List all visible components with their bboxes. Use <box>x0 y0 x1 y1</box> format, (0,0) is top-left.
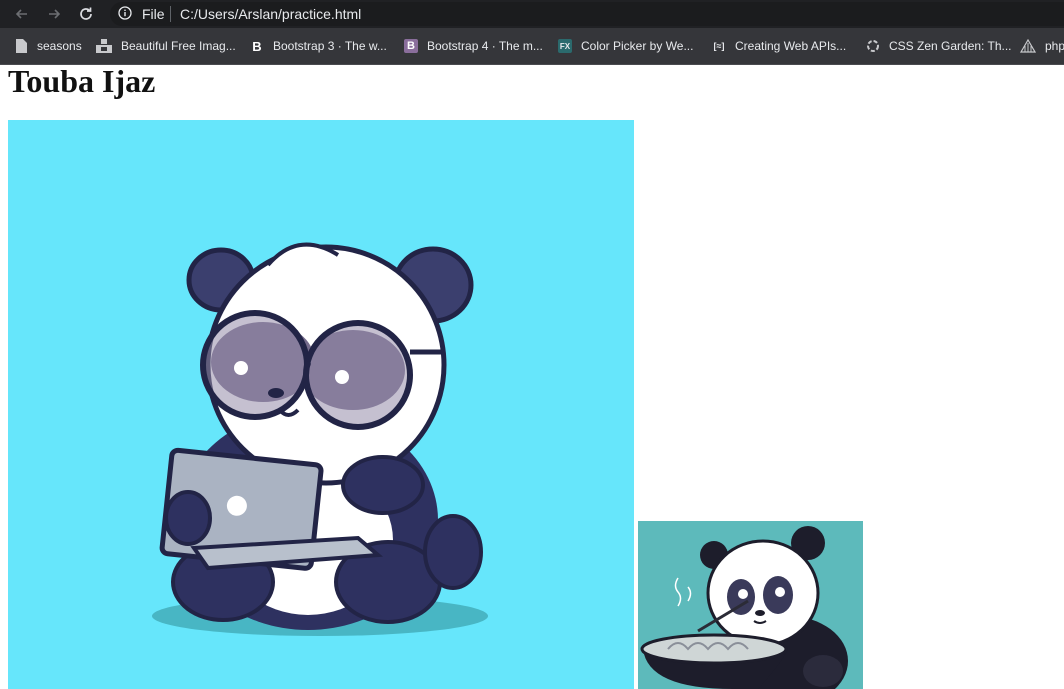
reload-button[interactable] <box>76 4 96 24</box>
url-text[interactable]: C:/Users/Arslan/practice.html <box>180 5 361 23</box>
bookmark-bootstrap3[interactable]: B Bootstrap 3 · The w... <box>250 36 387 56</box>
page-heading: Touba Ijaz <box>8 63 156 99</box>
unsplash-icon <box>96 39 112 53</box>
php-icon <box>1020 39 1036 53</box>
back-button[interactable] <box>12 4 32 24</box>
bookmark-unsplash[interactable]: Beautiful Free Imag... <box>96 36 236 56</box>
document-icon <box>14 39 28 53</box>
arrow-left-icon <box>15 9 27 19</box>
panda-noodles-image <box>638 521 863 689</box>
bookmark-label: CSS Zen Garden: Th... <box>889 39 1012 53</box>
bookmark-bootstrap4[interactable]: B Bootstrap 4 · The m... <box>404 36 543 56</box>
bookmark-label: Beautiful Free Imag... <box>121 39 236 53</box>
api-icon: [≈] <box>713 41 725 51</box>
arrow-right-icon <box>49 9 61 19</box>
zen-icon <box>866 39 880 53</box>
bookmark-label: Color Picker by We... <box>581 39 694 53</box>
bookmark-label: php <box>1045 39 1064 53</box>
panda-laptop-image <box>8 120 634 689</box>
file-scheme-label: File <box>142 6 165 22</box>
browser-toolbar: File C:/Users/Arslan/practice.html <box>0 0 1064 28</box>
fx-icon: FX <box>558 39 572 53</box>
bookmark-seasons[interactable]: seasons <box>14 36 82 56</box>
info-icon[interactable] <box>118 6 132 20</box>
bootstrap-icon: B <box>250 39 264 54</box>
bookmark-color-picker[interactable]: FX Color Picker by We... <box>558 36 693 56</box>
forward-button[interactable] <box>44 4 64 24</box>
reload-icon <box>80 7 92 20</box>
bookmark-label: Bootstrap 4 · The m... <box>427 39 543 53</box>
bookmark-web-apis[interactable]: [≈] Creating Web APIs... <box>712 36 847 56</box>
address-separator <box>170 6 171 22</box>
bookmark-php[interactable]: php <box>1020 36 1064 56</box>
bookmark-label: Creating Web APIs... <box>735 39 847 53</box>
bookmark-css-zen[interactable]: CSS Zen Garden: Th... <box>866 36 1012 56</box>
bootstrap-icon: B <box>404 39 418 53</box>
bookmark-label: Bootstrap 3 · The w... <box>273 39 387 53</box>
bookmarks-bar: seasons Beautiful Free Imag... B Bootstr… <box>0 28 1064 65</box>
bookmark-label: seasons <box>37 39 82 53</box>
